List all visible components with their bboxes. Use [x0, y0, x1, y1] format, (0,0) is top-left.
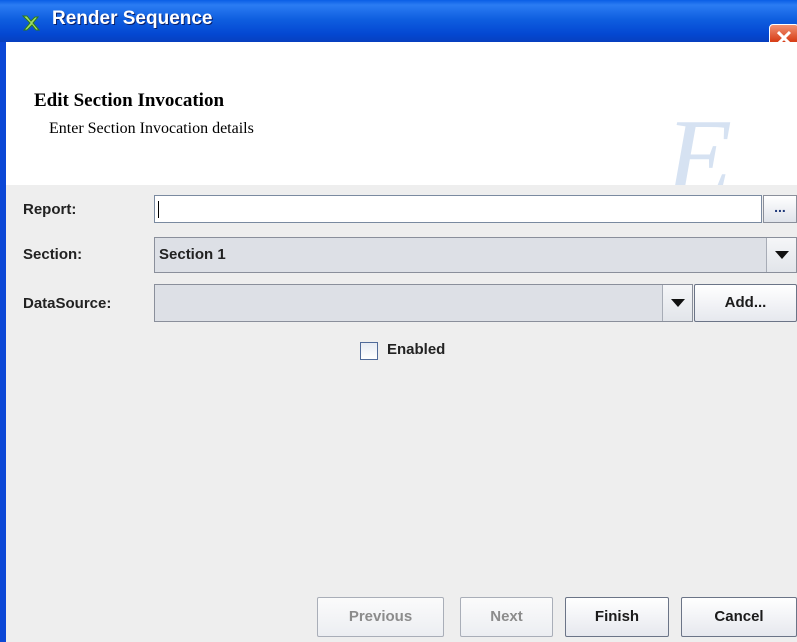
render-sequence-icon [21, 15, 41, 31]
previous-button[interactable]: Previous [317, 597, 444, 637]
report-label: Report: [23, 201, 77, 218]
text-caret [158, 201, 159, 218]
browse-report-button[interactable]: ... [763, 195, 797, 223]
page-subtitle: Enter Section Invocation details [49, 120, 254, 137]
window-title: Render Sequence [52, 8, 213, 29]
finish-button[interactable]: Finish [565, 597, 669, 637]
next-button[interactable]: Next [460, 597, 553, 637]
render-sequence-dialog: Render Sequence ✕ Edit Section Invocatio… [0, 0, 797, 642]
section-dropdown[interactable]: Section 1 [154, 237, 797, 273]
title-bar[interactable]: Render Sequence ✕ [0, 0, 797, 54]
section-value: Section 1 [159, 246, 226, 263]
page-title: Edit Section Invocation [34, 90, 225, 111]
chevron-down-icon[interactable] [766, 238, 796, 272]
datasource-label: DataSource: [23, 295, 112, 312]
chevron-down-icon[interactable] [662, 285, 692, 321]
form-panel: Report: ... Section: Section 1 DataSourc… [6, 185, 797, 642]
add-datasource-button[interactable]: Add... [694, 284, 797, 322]
enabled-checkbox[interactable] [360, 342, 378, 360]
report-field[interactable] [154, 195, 762, 223]
enabled-label: Enabled [387, 341, 446, 358]
header-banner: Edit Section Invocation Enter Section In… [6, 42, 797, 212]
datasource-dropdown[interactable] [154, 284, 693, 322]
section-label: Section: [23, 246, 83, 263]
cancel-button[interactable]: Cancel [681, 597, 797, 637]
